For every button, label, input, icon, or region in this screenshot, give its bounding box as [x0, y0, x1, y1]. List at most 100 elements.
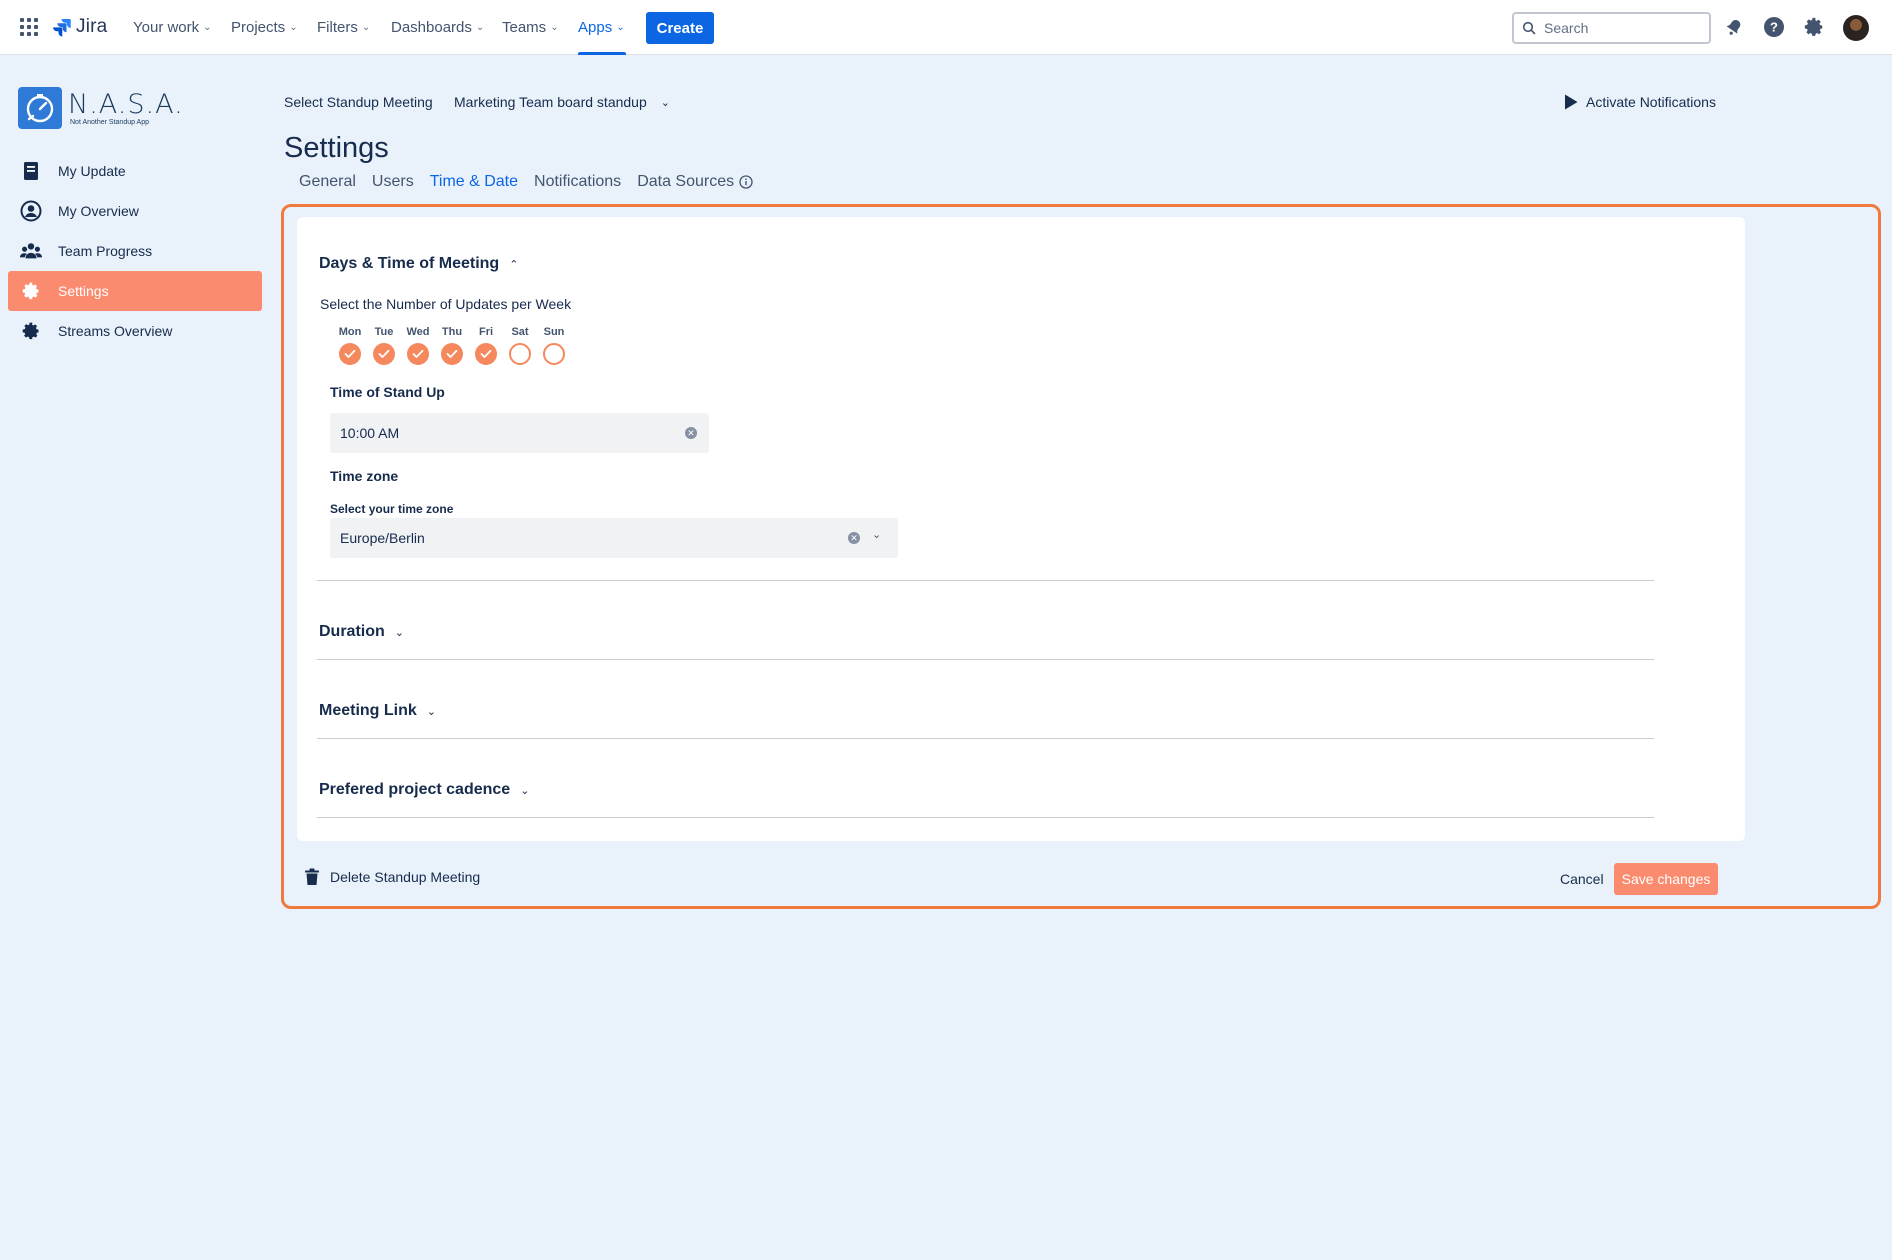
check-icon	[446, 349, 458, 358]
jira-logo[interactable]: Jira	[52, 16, 107, 38]
nav-teams-label: Teams	[502, 19, 547, 36]
standup-select-label: Select Standup Meeting	[284, 94, 433, 110]
tab-general[interactable]: General	[299, 173, 356, 191]
chevron-down-icon: ⌄	[475, 22, 485, 33]
settings-gear-icon[interactable]	[1802, 15, 1826, 39]
section-divider	[317, 659, 1654, 660]
day-checkbox-checked[interactable]	[339, 343, 361, 365]
section-title: Meeting Link	[319, 702, 417, 719]
clear-time-zone-icon[interactable]: ✕	[848, 532, 860, 544]
app-logo-title: N.A.S.A.	[68, 88, 184, 120]
day-mon: Mon	[333, 326, 367, 365]
day-name: Mon	[338, 326, 362, 338]
cancel-button[interactable]: Cancel	[1560, 871, 1604, 887]
day-checkbox-checked[interactable]	[475, 343, 497, 365]
chevron-up-icon: ⌃	[509, 258, 519, 271]
chevron-down-icon: ⌄	[394, 626, 404, 639]
tab-notifications[interactable]: Notifications	[534, 173, 621, 191]
notifications-bell-icon[interactable]	[1722, 15, 1746, 39]
section-title: Days & Time of Meeting	[319, 255, 500, 272]
time-value: 10:00 AM	[340, 425, 400, 441]
check-icon	[412, 349, 424, 358]
time-zone-select-label: Select your time zone	[330, 502, 454, 516]
help-icon[interactable]: ?	[1762, 15, 1786, 39]
chevron-down-icon: ⌄	[616, 22, 625, 33]
jira-icon	[53, 19, 71, 37]
time-zone-label: Time zone	[330, 468, 399, 484]
time-zone-select[interactable]: Europe/Berlin	[330, 518, 898, 558]
nav-teams[interactable]: Teams ⌄	[502, 19, 559, 36]
time-of-standup-label: Time of Stand Up	[330, 384, 445, 400]
nav-apps[interactable]: Apps ⌄	[578, 19, 625, 36]
sidebar-item-streams-overview[interactable]: Streams Overview	[8, 311, 262, 351]
tab-time-date[interactable]: Time & Date	[430, 173, 518, 191]
chevron-down-icon: ⌄	[203, 22, 212, 33]
time-zone-value: Europe/Berlin	[340, 530, 425, 546]
day-name: Sun	[543, 326, 565, 338]
nav-filters-label: Filters	[317, 19, 358, 36]
save-changes-button[interactable]: Save changes	[1614, 863, 1718, 895]
days-time-section-toggle[interactable]: Days & Time of Meeting ⌃	[319, 255, 518, 273]
app-logo-subtitle: Not Another Standup App	[70, 118, 150, 126]
user-circle-icon	[20, 200, 42, 222]
meeting-link-section-toggle[interactable]: Meeting Link ⌄	[319, 702, 436, 720]
day-checkbox-checked[interactable]	[407, 343, 429, 365]
day-checkbox-checked[interactable]	[441, 343, 463, 365]
tab-data-sources[interactable]: Data Sources	[637, 173, 753, 191]
trash-icon	[305, 868, 319, 885]
day-name: Tue	[374, 326, 394, 338]
activate-notifications-label: Activate Notifications	[1586, 94, 1716, 110]
delete-label: Delete Standup Meeting	[330, 869, 481, 885]
nav-filters[interactable]: Filters ⌄	[317, 19, 370, 36]
app-switcher-icon[interactable]	[20, 18, 40, 38]
chevron-down-icon: ⌄	[660, 96, 670, 109]
day-checkbox-unchecked[interactable]	[509, 343, 531, 365]
sidebar-item-my-overview[interactable]: My Overview	[8, 191, 262, 231]
project-cadence-section-toggle[interactable]: Prefered project cadence ⌄	[319, 781, 529, 799]
settings-tabs: General Users Time & Date Notifications …	[299, 173, 753, 191]
day-sat: Sat	[503, 326, 537, 365]
nav-dashboards-label: Dashboards	[391, 19, 472, 36]
chevron-down-icon: ⌄	[520, 784, 530, 797]
section-title: Duration	[319, 623, 385, 640]
sidebar-item-team-progress[interactable]: Team Progress	[8, 231, 262, 271]
section-divider	[317, 817, 1654, 818]
chevron-down-icon: ⌄	[289, 22, 298, 33]
chevron-down-icon: ⌄	[426, 705, 436, 718]
activate-notifications-button[interactable]: Activate Notifications	[1564, 94, 1716, 110]
create-button[interactable]: Create	[646, 12, 714, 44]
section-divider	[317, 738, 1654, 739]
updates-per-week-label: Select the Number of Updates per Week	[320, 296, 572, 312]
sidebar-item-label: Settings	[58, 283, 109, 299]
user-avatar[interactable]	[1843, 15, 1869, 41]
time-input[interactable]: 10:00 AM	[330, 413, 709, 453]
duration-section-toggle[interactable]: Duration ⌄	[319, 623, 404, 641]
chevron-down-icon[interactable]: ⌄	[872, 528, 881, 541]
check-icon	[378, 349, 390, 358]
sidebar-item-settings[interactable]: Settings	[8, 271, 262, 311]
nav-projects[interactable]: Projects ⌄	[231, 19, 298, 36]
day-fri: Fri	[469, 326, 503, 365]
day-checkbox-checked[interactable]	[373, 343, 395, 365]
standup-meeting-select[interactable]: Marketing Team board standup ⌄	[446, 88, 678, 116]
nav-your-work[interactable]: Your work ⌄	[133, 19, 212, 36]
section-divider	[317, 580, 1654, 581]
tab-users[interactable]: Users	[372, 173, 414, 191]
day-name: Wed	[406, 326, 430, 338]
search-icon	[1522, 21, 1536, 35]
day-name: Fri	[478, 326, 494, 338]
jira-wordmark: Jira	[76, 16, 108, 37]
sidebar-item-my-update[interactable]: My Update	[8, 151, 262, 191]
day-checkbox-unchecked[interactable]	[543, 343, 565, 365]
day-name: Sat	[511, 326, 529, 338]
section-title: Prefered project cadence	[319, 781, 511, 798]
sidebar-item-label: My Overview	[58, 203, 139, 219]
play-icon	[1565, 94, 1578, 110]
document-icon	[20, 160, 42, 182]
gear-icon	[20, 320, 42, 342]
nav-dashboards[interactable]: Dashboards ⌄	[391, 19, 484, 36]
search-input[interactable]: Search	[1512, 12, 1711, 44]
stopwatch-logo-icon	[18, 87, 62, 129]
delete-standup-button[interactable]: Delete Standup Meeting	[304, 868, 480, 886]
clear-time-icon[interactable]: ✕	[685, 427, 697, 439]
